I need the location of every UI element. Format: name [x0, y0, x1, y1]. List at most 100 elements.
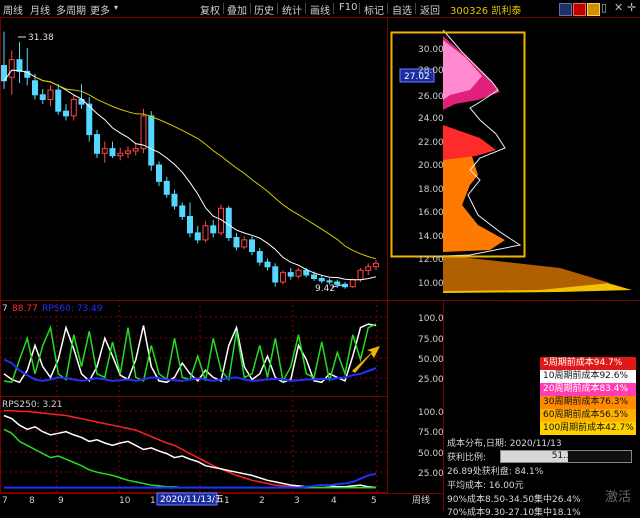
candle-body: [125, 150, 131, 154]
date-tick: 9: [58, 496, 64, 506]
profile-tick: 30.00: [418, 45, 444, 55]
profile-tick: 12.00: [418, 255, 444, 265]
cost-line-70: 70%成本9.30-27.10集中18.1%: [447, 508, 581, 518]
candle-body: [280, 272, 286, 283]
profile-tick: 10.00: [418, 279, 444, 289]
profit-ratio-bar: 51.3%: [500, 450, 632, 463]
indicator2-tick: 75.00: [418, 428, 444, 438]
date-tick: 2: [259, 496, 265, 506]
candle-body: [318, 277, 325, 282]
legend-row-30: 30周期前成本76.3%: [540, 396, 636, 409]
profile-tick: 14.00: [418, 232, 444, 242]
candle-body: [365, 266, 372, 271]
date-tick: 4: [331, 496, 337, 506]
candle-body: [373, 262, 379, 268]
cost-distribution-profile: [442, 29, 632, 293]
profit-ratio-label: 获利比例:: [447, 453, 487, 463]
legend-row-20: 20周期前成本83.4%: [540, 383, 636, 396]
watermark: 激活: [605, 490, 632, 505]
date-tick: 10: [119, 496, 131, 506]
candle-body: [171, 193, 178, 207]
date-tick: 5: [371, 496, 377, 506]
date-cursor-label: 2020/11/13/五: [160, 495, 224, 505]
indicator1-title: 7: [2, 304, 8, 314]
indicator1-rps60: RPS60: 73.49: [42, 304, 103, 314]
indicator2-title: RPS250: 3.21: [2, 400, 63, 410]
candle-body: [272, 266, 279, 283]
indicator1-tick: 50.00: [418, 355, 444, 365]
candle-body: [179, 205, 186, 217]
candle-body: [32, 80, 38, 96]
candle-body: [70, 98, 77, 117]
indicator2-tick: 100.0: [418, 408, 444, 418]
profile-tick: 18.00: [418, 185, 444, 195]
indicator1-axis: 100.0 75.00 50.00 25.00: [418, 314, 444, 385]
candle-body: [47, 89, 54, 100]
indicator1-line: [3, 323, 377, 384]
candle-body: [39, 94, 46, 100]
candle-body: [55, 89, 62, 112]
candle-body: [233, 237, 240, 248]
cost-line-average: 平均成本: 16.00元: [447, 481, 524, 491]
candle-body: [94, 134, 100, 154]
date-tick: 7: [2, 496, 8, 506]
candle-body: [357, 269, 364, 281]
indicator1-series: [3, 323, 377, 384]
candle-body: [16, 59, 23, 72]
candle-body: [287, 272, 294, 277]
indicator2-tick: 25.00: [418, 469, 444, 479]
legend-row-100: 100周期前成本42.7%: [540, 422, 636, 435]
candle-body: [63, 110, 69, 117]
candle-body: [101, 148, 108, 154]
low-price-label: 9.42: [315, 284, 335, 294]
indicator2-frame: [0, 396, 388, 493]
indicator1-frame: [0, 300, 388, 397]
indicator2-series: [3, 409, 377, 489]
candle-body: [303, 269, 310, 276]
indicator1-tick: 75.00: [418, 335, 444, 345]
candle-body: [210, 225, 217, 234]
candle-body: [156, 164, 162, 182]
candle-body: [163, 180, 170, 195]
profile-tick: 16.00: [418, 208, 444, 218]
indicator2-line: [4, 472, 377, 489]
profile-tick: 22.00: [418, 138, 444, 148]
indicator2-line: [4, 409, 376, 489]
legend-row-5: 5周期前成本94.7%: [540, 357, 636, 370]
candle-body: [334, 281, 341, 285]
legend-row-60: 60周期前成本56.5%: [540, 409, 636, 422]
candle-body: [249, 239, 255, 253]
candle-body: [256, 251, 263, 263]
profile-tick: 28.00: [418, 66, 444, 76]
cost-line-90: 90%成本8.50-34.50集中26.4%: [447, 495, 581, 505]
candle-body: [109, 148, 116, 157]
candle-body: [8, 59, 15, 78]
indicator2-tick: 50.00: [418, 449, 444, 459]
candle-body: [132, 148, 139, 152]
cost-date-line: 成本分布,日期: 2020/11/13: [447, 439, 562, 449]
indicator1-value: 88.77: [12, 304, 38, 314]
indicator2-grid: [0, 410, 387, 473]
candle-body: [311, 274, 317, 279]
candle-body: [326, 280, 333, 283]
date-tick: 8: [29, 496, 35, 506]
indicator1-tick: 100.0: [418, 314, 444, 324]
candle-body: [86, 103, 93, 136]
date-tick: 3: [294, 496, 300, 506]
profile-tick: 24.00: [418, 114, 444, 124]
candle-body: [194, 232, 201, 241]
candle-body: [264, 261, 271, 268]
legend-row-10: 10周期前成本92.6%: [540, 370, 636, 383]
profile-tick: 20.00: [418, 161, 444, 171]
candle-body: [117, 152, 124, 157]
profile-tick: 26.00: [418, 92, 444, 102]
candlestick-series: [1, 31, 379, 289]
candle-body: [241, 239, 248, 248]
indicator1-tick: 25.00: [418, 375, 444, 385]
period-label: 周线: [412, 494, 430, 506]
high-price-label: 31.38: [28, 33, 54, 43]
candle-body: [140, 115, 147, 150]
candle-body: [148, 115, 155, 166]
cost-line-profit: 26.89处获利盘: 84.1%: [447, 467, 544, 477]
candle-body: [342, 283, 348, 288]
